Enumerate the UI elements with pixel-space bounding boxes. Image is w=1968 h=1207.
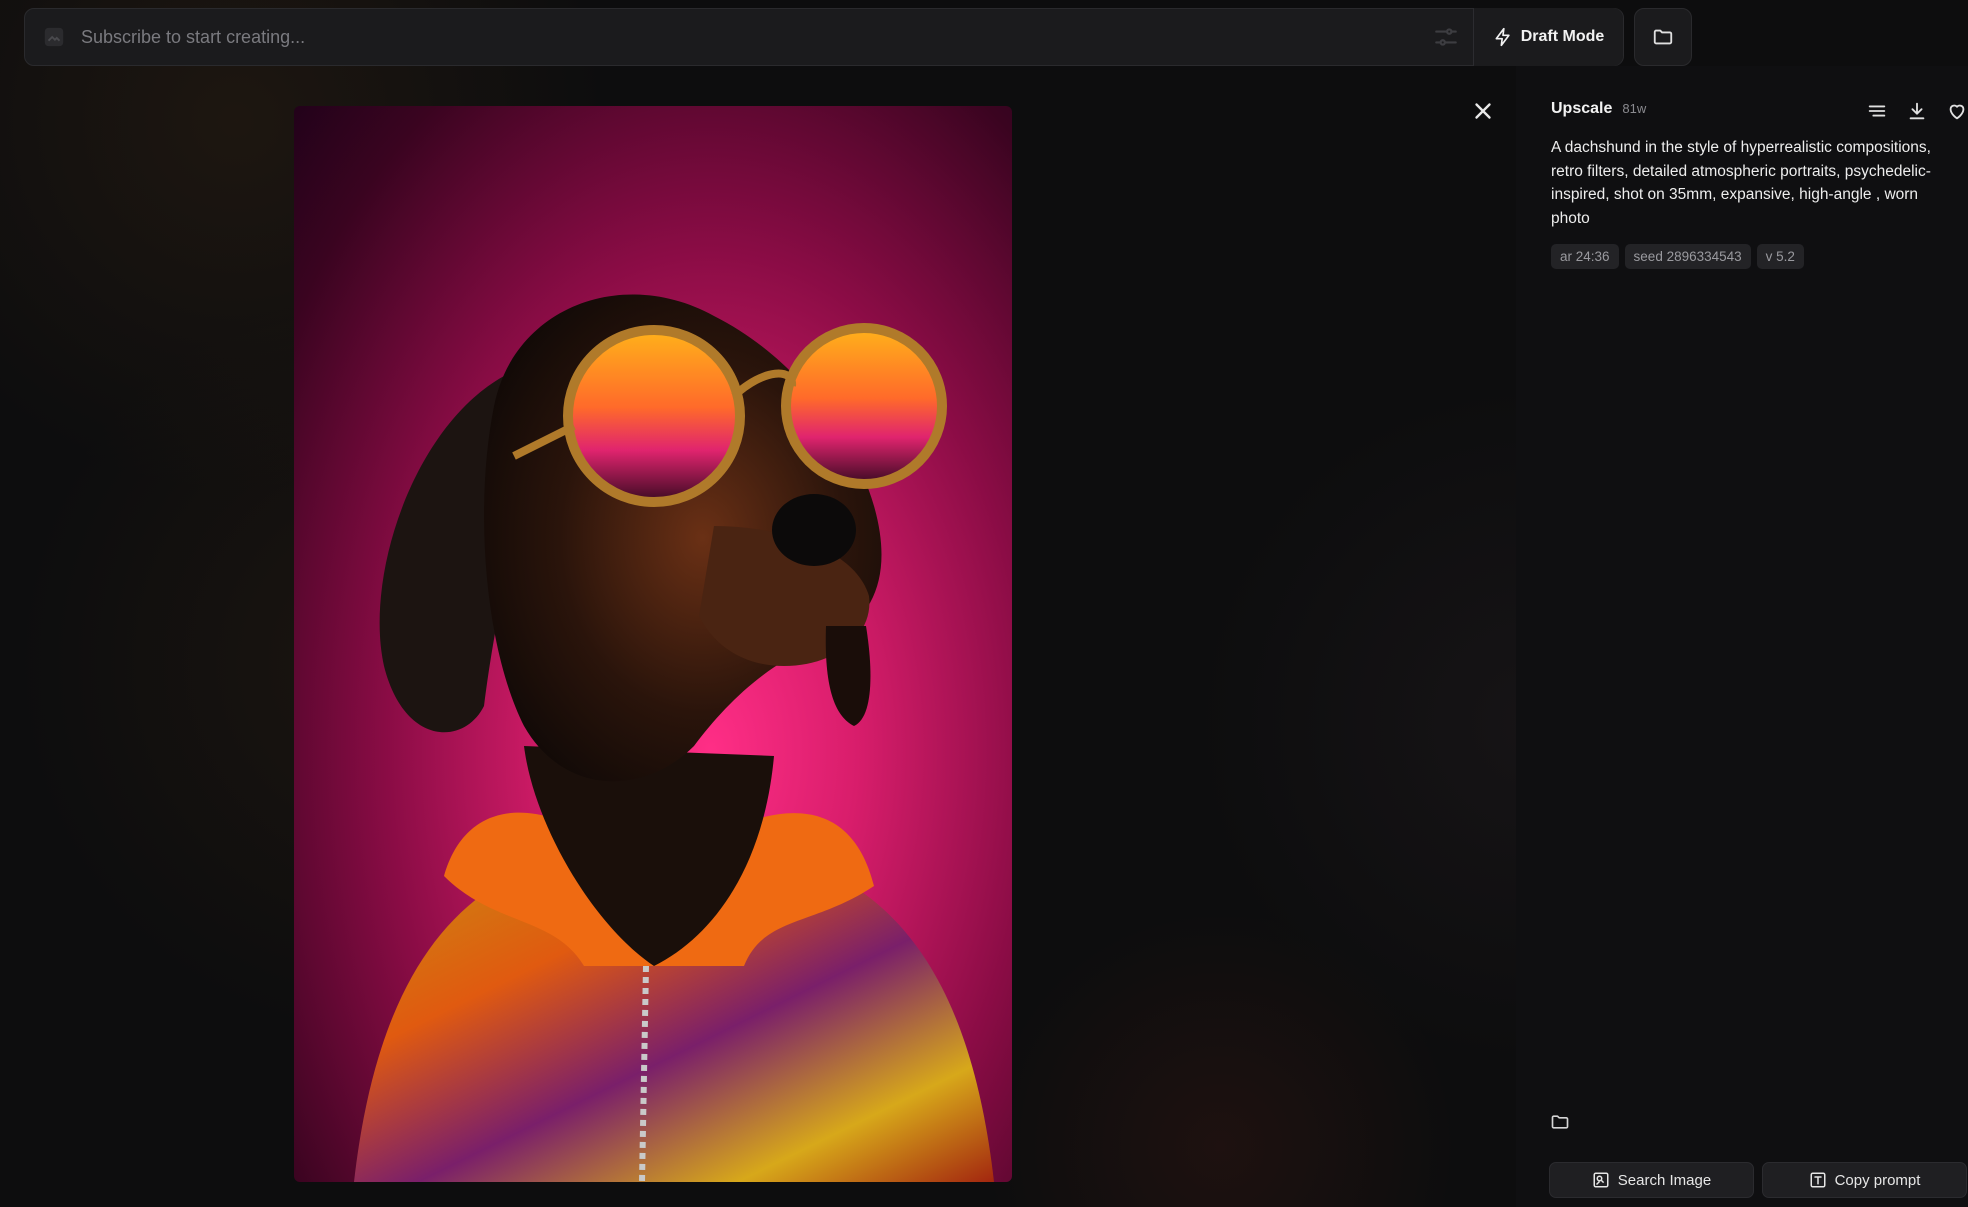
- folder-icon[interactable]: [1550, 1112, 1570, 1132]
- image-search-icon: [1593, 1172, 1609, 1188]
- version-tag[interactable]: v 5.2: [1756, 244, 1804, 269]
- lightning-icon: [1495, 27, 1510, 47]
- menu-icon[interactable]: [1866, 100, 1888, 122]
- seed-tag[interactable]: seed 2896334543: [1624, 244, 1751, 269]
- draft-mode-button[interactable]: Draft Mode: [1473, 8, 1623, 66]
- copy-prompt-label: Copy prompt: [1834, 1171, 1921, 1189]
- generated-image[interactable]: [294, 106, 1012, 1182]
- folder-icon: [1653, 29, 1673, 45]
- dachshund-illustration: [354, 294, 994, 1182]
- folder-button[interactable]: [1634, 8, 1692, 66]
- top-bar: Draft Mode: [24, 8, 1724, 66]
- panel-title: Upscale: [1551, 100, 1613, 117]
- heart-icon[interactable]: [1946, 100, 1968, 122]
- parameter-tags: ar 24:36 seed 2896334543 v 5.2: [1551, 244, 1804, 269]
- settings-sliders-icon[interactable]: [1433, 24, 1459, 50]
- panel-bottom-actions: Search Image Copy prompt: [1549, 1162, 1967, 1198]
- prompt-input[interactable]: [65, 9, 1433, 65]
- panel-actions: [1866, 100, 1968, 122]
- aspect-ratio-tag[interactable]: ar 24:36: [1551, 244, 1619, 269]
- image-upload-icon[interactable]: [43, 26, 65, 48]
- prompt-text: A dachshund in the style of hyperrealist…: [1551, 139, 1931, 227]
- panel-timestamp: 81w: [1622, 101, 1647, 116]
- details-panel: Upscale 81w A dachshund in the style of …: [1516, 66, 1968, 1207]
- prompt-box: Draft Mode: [24, 8, 1624, 66]
- search-image-label: Search Image: [1617, 1171, 1712, 1189]
- download-icon[interactable]: [1906, 100, 1928, 122]
- close-icon[interactable]: [1470, 98, 1496, 124]
- draft-mode-label: Draft Mode: [1520, 28, 1605, 45]
- text-box-icon: [1810, 1172, 1826, 1188]
- app-root: Draft Mode: [0, 0, 1968, 1207]
- search-image-button[interactable]: Search Image: [1549, 1162, 1754, 1198]
- copy-prompt-button[interactable]: Copy prompt: [1762, 1162, 1967, 1198]
- panel-header: Upscale 81w: [1551, 100, 1646, 118]
